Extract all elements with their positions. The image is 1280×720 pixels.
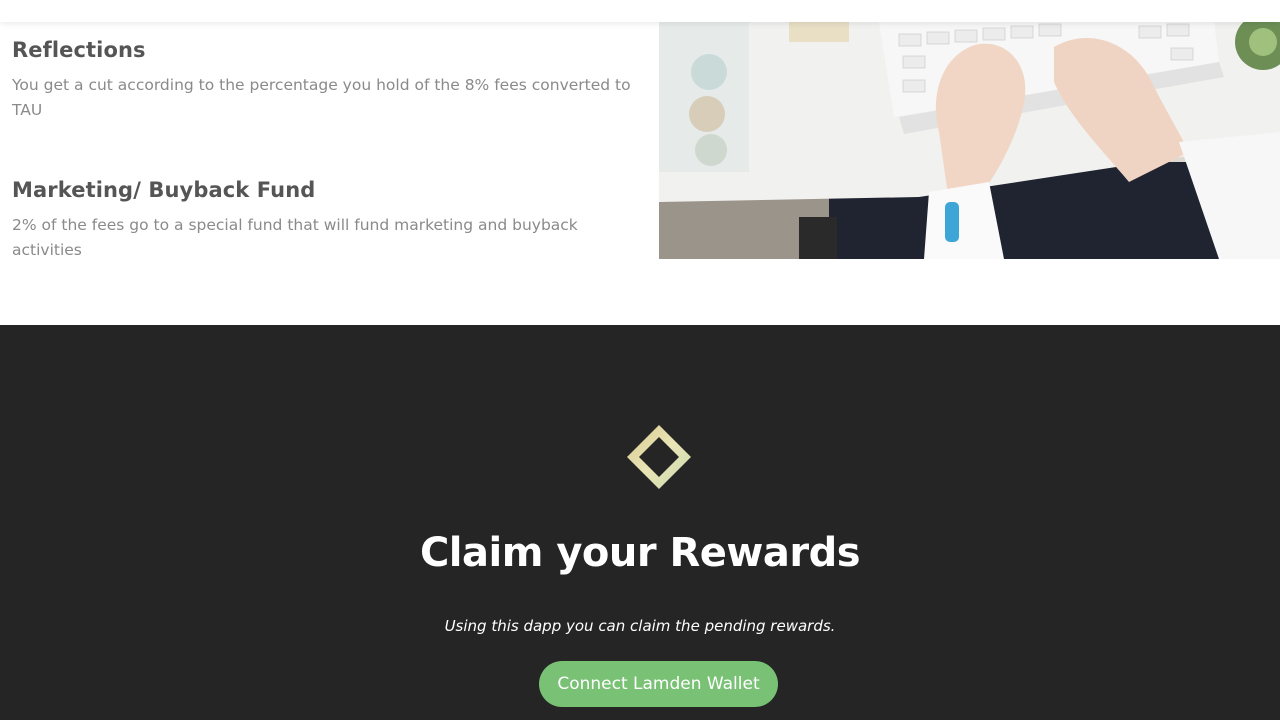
- feature-title: Marketing/ Buyback Fund: [12, 178, 316, 202]
- feature-marketing-buyback: Marketing/ Buyback Fund 2% of the fees g…: [12, 178, 652, 263]
- top-navigation-bar: [0, 0, 1280, 22]
- claim-rewards-heading: Claim your Rewards: [419, 530, 861, 576]
- claim-rewards-section: Claim your Rewards Using this dapp you c…: [0, 325, 1280, 720]
- feature-description: You get a cut according to the percentag…: [12, 76, 631, 119]
- feature-title: Reflections: [12, 38, 146, 62]
- feature-reflections: Reflections You get a cut according to t…: [12, 38, 652, 123]
- feature-description: 2% of the fees go to a special fund that…: [12, 216, 578, 259]
- connect-wallet-button[interactable]: Connect Lamden Wallet: [539, 661, 778, 707]
- workspace-photo: [659, 22, 1280, 259]
- claim-rewards-subtitle: Using this dapp you can claim the pendin…: [444, 617, 836, 635]
- diamond-logo-icon: [627, 425, 691, 489]
